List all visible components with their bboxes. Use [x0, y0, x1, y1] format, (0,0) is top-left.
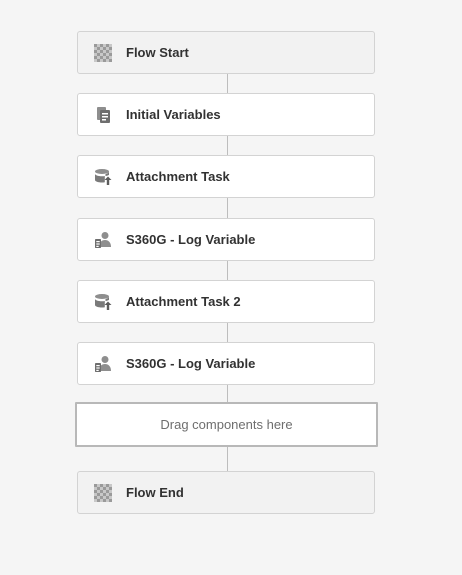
connector-line [227, 136, 228, 155]
attachment-task-node[interactable]: Attachment Task [77, 155, 375, 198]
attachment-task-2-node[interactable]: Attachment Task 2 [77, 280, 375, 323]
initial-variables-node[interactable]: Initial Variables [77, 93, 375, 136]
log-variable-user-icon [95, 232, 111, 248]
node-label: S360G - Log Variable [126, 356, 256, 371]
node-label: Attachment Task 2 [126, 294, 241, 309]
workflow-canvas: Flow Start Initial Variables Attachment … [0, 0, 462, 575]
connector-line [227, 198, 228, 218]
log-variable-node[interactable]: S360G - Log Variable [77, 218, 375, 261]
connector-line [227, 323, 228, 342]
connector-line [227, 261, 228, 280]
node-label: Initial Variables [126, 107, 221, 122]
connector-line [227, 74, 228, 93]
node-label: Flow Start [126, 45, 189, 60]
node-label: Flow End [126, 485, 184, 500]
log-variable-node[interactable]: S360G - Log Variable [77, 342, 375, 385]
checkerboard-icon [94, 484, 112, 502]
connector-line [227, 385, 228, 403]
log-variable-user-icon [95, 356, 111, 372]
node-label: S360G - Log Variable [126, 232, 256, 247]
attachment-task-icon [95, 294, 112, 310]
variables-document-icon [97, 107, 110, 123]
component-dropzone[interactable]: Drag components here [75, 402, 378, 447]
flow-end-node[interactable]: Flow End [77, 471, 375, 514]
attachment-task-icon [95, 169, 112, 185]
node-label: Attachment Task [126, 169, 230, 184]
checkerboard-icon [94, 44, 112, 62]
flow-start-node[interactable]: Flow Start [77, 31, 375, 74]
connector-line [227, 447, 228, 471]
dropzone-label: Drag components here [160, 417, 293, 432]
